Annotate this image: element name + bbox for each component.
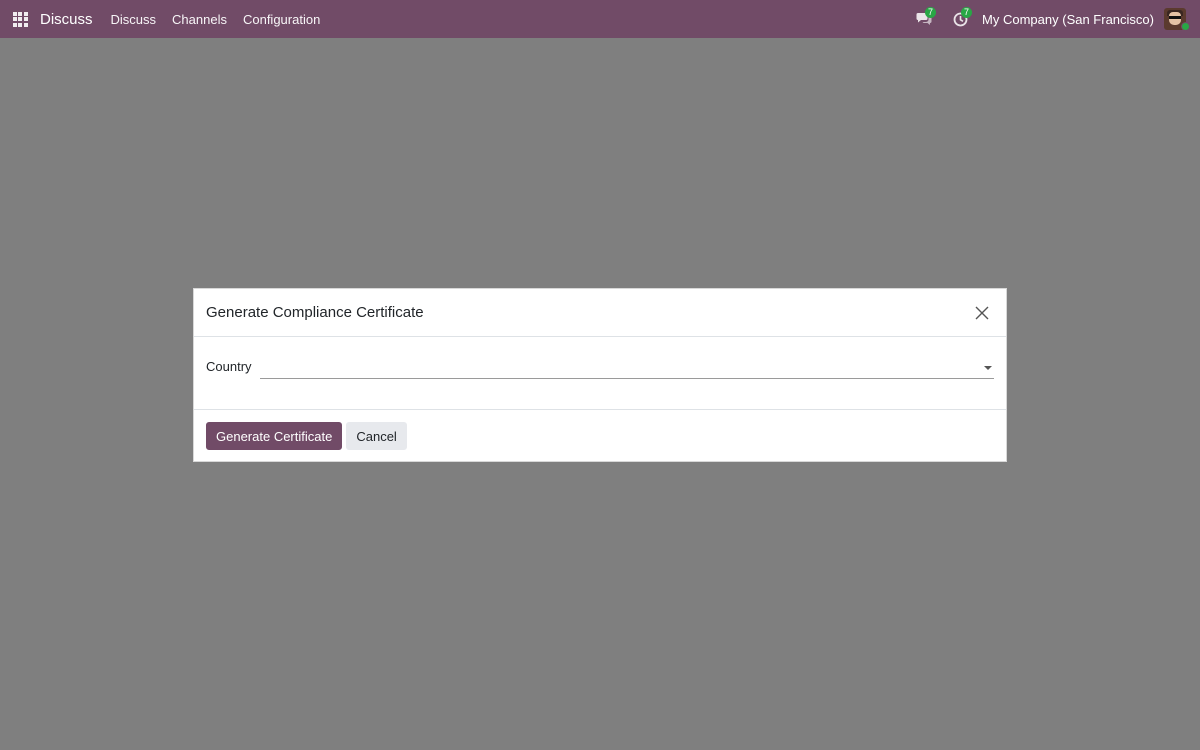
generate-certificate-button[interactable]: Generate Certificate	[206, 422, 343, 450]
grid-icon	[12, 11, 28, 27]
country-label: Country	[206, 359, 252, 374]
caret-down-icon[interactable]	[984, 366, 992, 370]
company-switcher[interactable]: My Company (San Francisco)	[982, 12, 1154, 27]
dialog-header: Generate Compliance Certificate	[194, 289, 1006, 337]
close-icon	[975, 306, 989, 319]
messages-badge: 7	[925, 7, 937, 18]
systray: 7 7 My Company (San Francisco)	[906, 0, 1200, 38]
messages-button[interactable]: 7	[906, 0, 942, 38]
cancel-button[interactable]: Cancel	[346, 422, 407, 450]
dialog-footer: Generate Certificate Cancel	[194, 410, 1006, 462]
menu-configuration[interactable]: Configuration	[243, 12, 320, 27]
dialog-body: Country	[194, 337, 1006, 410]
top-navbar: Discuss Discuss Channels Configuration 7…	[0, 0, 1200, 38]
dialog-title: Generate Compliance Certificate	[206, 304, 424, 321]
country-select-input[interactable]	[260, 355, 994, 379]
close-button[interactable]	[970, 301, 994, 325]
menu-channels[interactable]: Channels	[172, 12, 227, 27]
compliance-certificate-dialog: Generate Compliance Certificate Country …	[193, 288, 1007, 462]
activities-badge: 7	[961, 7, 973, 18]
menu-discuss[interactable]: Discuss	[111, 12, 157, 27]
app-brand[interactable]: Discuss	[40, 11, 93, 28]
app-menu-button[interactable]	[0, 0, 40, 38]
activities-button[interactable]: 7	[942, 0, 978, 38]
online-status-icon	[1181, 22, 1190, 31]
